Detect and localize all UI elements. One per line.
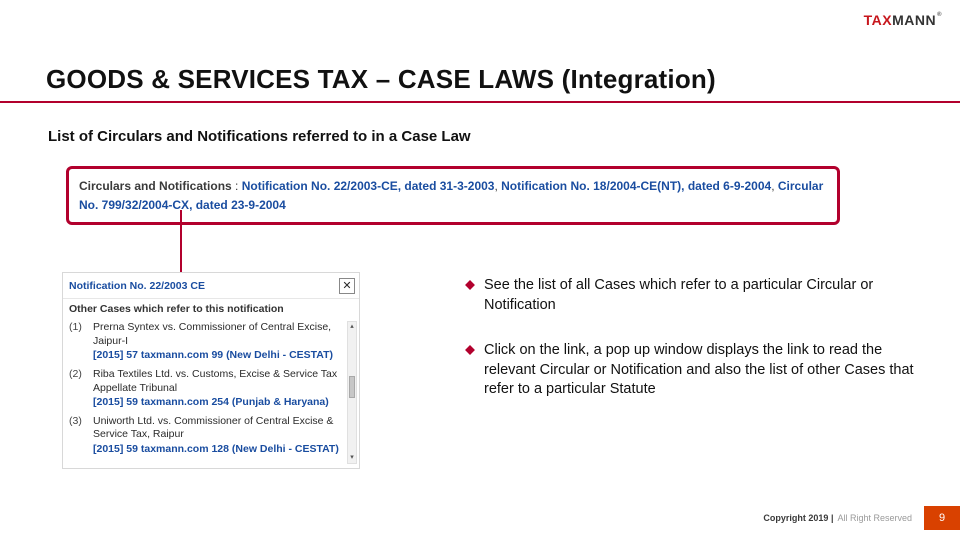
brand-logo: TAXMANN® [864,12,942,28]
scroll-thumb[interactable] [349,376,355,398]
scroll-up-icon[interactable]: ▴ [348,322,356,332]
popup-body: (1) Prerna Syntex vs. Commissioner of Ce… [63,321,359,468]
diamond-bullet-icon [464,279,476,291]
list-item: (1) Prerna Syntex vs. Commissioner of Ce… [69,321,345,363]
rights-text: All Right Reserved [837,513,912,523]
case-name: Prerna Syntex vs. Commissioner of Centra… [93,321,331,347]
list-item: (3) Uniworth Ltd. vs. Commissioner of Ce… [69,415,345,457]
circulars-box: Circulars and Notifications : Notificati… [66,166,840,225]
circular-link[interactable]: Notification No. 22/2003-CE, dated 31-3-… [242,179,495,193]
bullet-item: See the list of all Cases which refer to… [464,276,914,315]
brand-reg: ® [937,12,942,18]
case-citation[interactable]: [2015] 57 taxmann.com 99 (New Delhi - CE… [93,349,345,363]
list-text: Riba Textiles Ltd. vs. Customs, Excise &… [93,368,345,410]
popup-subtitle: Other Cases which refer to this notifica… [63,303,359,321]
popup-divider [63,298,359,299]
list-text: Prerna Syntex vs. Commissioner of Centra… [93,321,345,363]
page-title: GOODS & SERVICES TAX – CASE LAWS (Integr… [46,64,716,95]
bullet-item: Click on the link, a pop up window displ… [464,341,914,400]
list-item: (2) Riba Textiles Ltd. vs. Customs, Exci… [69,368,345,410]
list-index: (1) [69,321,87,363]
list-index: (2) [69,368,87,410]
callout-connector [180,210,182,272]
bullet-text: See the list of all Cases which refer to… [484,276,914,315]
page-number: 9 [924,506,960,530]
title-underline [0,101,960,103]
case-citation[interactable]: [2015] 59 taxmann.com 254 (Punjab & Hary… [93,396,345,410]
case-name: Riba Textiles Ltd. vs. Customs, Excise &… [93,368,337,394]
popup-titlebar: Notification No. 22/2003 CE ✕ [63,273,359,298]
slide: TAXMANN® GOODS & SERVICES TAX – CASE LAW… [0,0,960,540]
case-name: Uniworth Ltd. vs. Commissioner of Centra… [93,415,333,441]
list-text: Uniworth Ltd. vs. Commissioner of Centra… [93,415,345,457]
case-citation[interactable]: [2015] 59 taxmann.com 128 (New Delhi - C… [93,443,345,457]
circular-link[interactable]: Notification No. 18/2004-CE(NT), dated 6… [501,179,771,193]
diamond-bullet-icon [464,344,476,356]
scroll-down-icon[interactable]: ▾ [348,453,356,463]
circulars-label: Circulars and Notifications [79,179,232,193]
brand-part2: MANN [892,12,936,28]
brand-part1: TAX [864,12,892,28]
list-index: (3) [69,415,87,457]
copyright-text: Copyright 2019 | [763,513,833,523]
bullet-text: Click on the link, a pop up window displ… [484,341,914,400]
popup-title[interactable]: Notification No. 22/2003 CE [69,280,205,292]
section-subtitle: List of Circulars and Notifications refe… [48,128,471,145]
close-icon[interactable]: ✕ [339,278,355,294]
footer: Copyright 2019 | All Right Reserved 9 [763,506,960,530]
popup-window: Notification No. 22/2003 CE ✕ Other Case… [62,272,360,469]
scrollbar[interactable]: ▴ ▾ [347,321,357,464]
bullet-list: See the list of all Cases which refer to… [464,276,914,426]
circulars-sep: : [232,179,242,193]
circulars-joiner: , [771,179,778,193]
